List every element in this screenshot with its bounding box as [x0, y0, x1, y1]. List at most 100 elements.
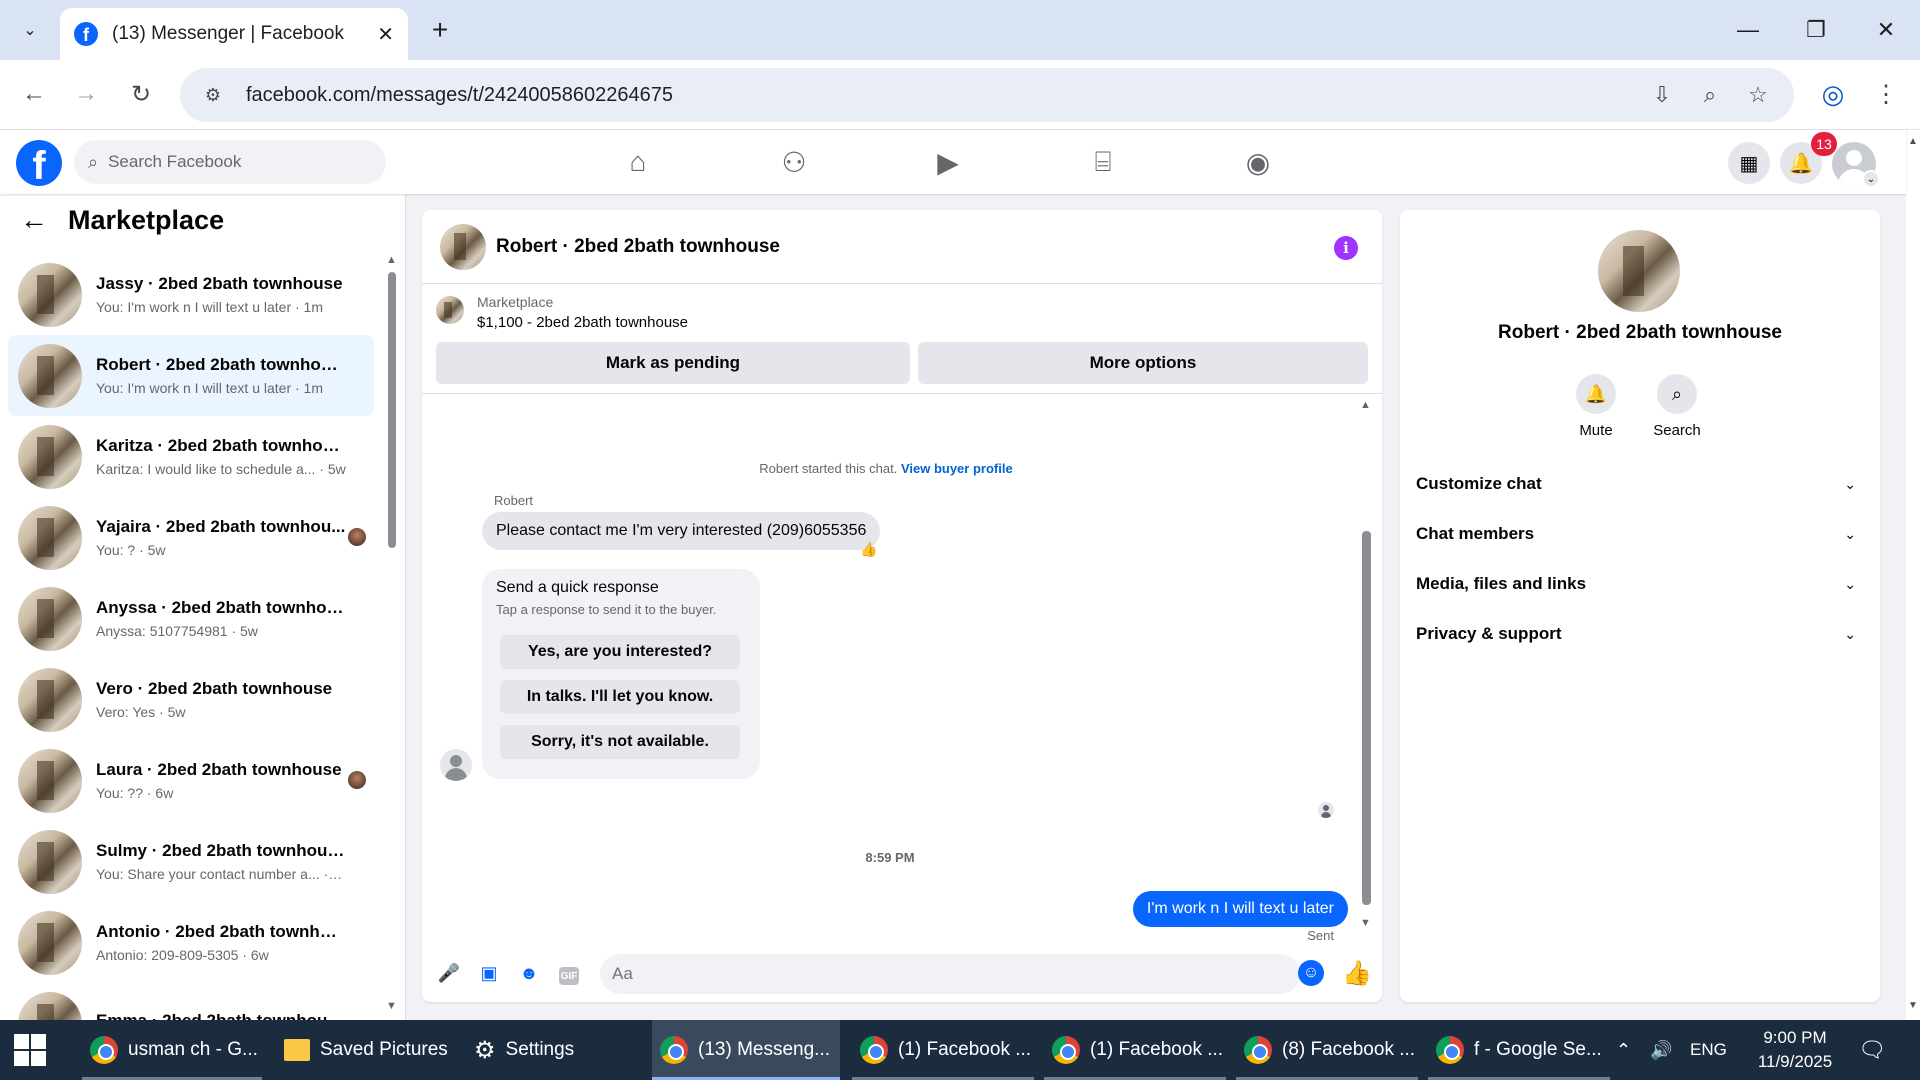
thumbs-up-like-icon[interactable]: 👍: [1340, 956, 1374, 990]
sidebar-scrollbar[interactable]: ▲ ▼: [385, 254, 399, 1014]
active-browser-tab[interactable]: f (13) Messenger | Facebook ✕: [60, 8, 408, 60]
mute-button[interactable]: 🔔 Mute: [1561, 374, 1631, 439]
message-input[interactable]: [600, 954, 1300, 994]
emoji-icon[interactable]: ☺: [1298, 960, 1324, 986]
customize-chat-section[interactable]: Customize chat ⌄: [1416, 460, 1864, 508]
notification-center-icon[interactable]: 🗨: [1858, 1020, 1886, 1080]
taskbar-item-chrome[interactable]: (1) Facebook ...: [1044, 1020, 1226, 1080]
sticker-icon[interactable]: ☻: [514, 958, 544, 988]
conversation-item[interactable]: Jassy · 2bed 2bath townhouse You: I'm wo…: [8, 254, 374, 335]
forward-arrow-icon[interactable]: →: [66, 74, 106, 114]
back-arrow-icon[interactable]: ←: [14, 74, 54, 114]
show-hidden-icons-chevron-icon[interactable]: ⌃: [1616, 1020, 1631, 1080]
taskbar-item-folder[interactable]: Saved Pictures: [276, 1020, 456, 1080]
scroll-up-arrow-icon[interactable]: ▲: [1908, 136, 1918, 147]
scroll-up-arrow-icon[interactable]: ▲: [386, 254, 397, 266]
listing-thumbnail: [18, 910, 82, 975]
conversation-item[interactable]: Robert · 2bed 2bath townhouse You: I'm w…: [8, 335, 374, 416]
menu-grid-icon[interactable]: ▦: [1728, 142, 1770, 184]
new-tab-button[interactable]: +: [422, 12, 458, 48]
quick-response-button[interactable]: In talks. I'll let you know.: [500, 680, 740, 714]
conversation-item[interactable]: Emma · 2bed 2bath townhouse: [8, 983, 374, 1020]
privacy-support-section[interactable]: Privacy & support ⌄: [1416, 610, 1864, 658]
chat-members-section[interactable]: Chat members ⌄: [1416, 510, 1864, 558]
marketplace-icon[interactable]: ⌸: [1047, 138, 1159, 186]
taskbar-item-chrome-active[interactable]: (13) Messeng...: [652, 1020, 840, 1080]
taskbar-item-settings[interactable]: ⚙ Settings: [466, 1020, 646, 1080]
conversation-item[interactable]: Vero · 2bed 2bath townhouse Vero: Yes · …: [8, 659, 374, 740]
listing-thumbnail: [436, 296, 464, 324]
mark-as-pending-button[interactable]: Mark as pending: [436, 342, 910, 384]
chrome-icon: [1436, 1036, 1464, 1064]
conversation-item[interactable]: Anyssa · 2bed 2bath townhouse Anyssa: 51…: [8, 578, 374, 659]
listing-photo[interactable]: [1598, 230, 1680, 312]
volume-icon[interactable]: 🔊: [1650, 1020, 1672, 1080]
taskbar-item-chrome[interactable]: f - Google Se...: [1428, 1020, 1610, 1080]
install-app-icon[interactable]: ⇩: [1638, 75, 1686, 115]
listing-thumbnail[interactable]: [440, 223, 486, 270]
facebook-search-box[interactable]: ⌕ Search Facebook: [74, 140, 386, 184]
windows-start-icon[interactable]: [14, 1034, 46, 1066]
url-text[interactable]: facebook.com/messages/t/2424005860226467…: [246, 84, 1638, 107]
scroll-thumb[interactable]: [1362, 531, 1371, 905]
outgoing-message-bubble[interactable]: I'm work n I will text u later: [1132, 891, 1348, 927]
browser-toolbar: ← → ↻ ⚙ facebook.com/messages/t/24240058…: [0, 60, 1920, 130]
language-indicator[interactable]: ENG: [1690, 1020, 1727, 1080]
chat-title[interactable]: Robert · 2bed 2bath townhouse: [496, 236, 780, 258]
photo-icon[interactable]: ▣: [474, 958, 504, 988]
microphone-icon[interactable]: 🎤: [434, 958, 464, 988]
back-arrow-icon[interactable]: ←: [20, 204, 56, 236]
close-window-button[interactable]: ✕: [1858, 8, 1914, 52]
scroll-down-arrow-icon[interactable]: ▼: [1908, 1000, 1918, 1011]
site-settings-icon[interactable]: ⚙: [198, 80, 228, 110]
minimize-window-button[interactable]: —: [1720, 8, 1776, 52]
gif-icon[interactable]: GIF: [554, 958, 584, 988]
quick-response-button[interactable]: Yes, are you interested?: [500, 635, 740, 669]
quick-response-button[interactable]: Sorry, it's not available.: [500, 725, 740, 759]
listing-title[interactable]: $1,100 - 2bed 2bath townhouse: [477, 314, 688, 331]
facebook-logo[interactable]: f: [16, 140, 62, 186]
listing-thumbnail: [18, 991, 82, 1020]
sender-avatar[interactable]: [440, 749, 472, 781]
sent-status: Sent: [1307, 928, 1334, 943]
chrome-profile-icon[interactable]: ◎: [1813, 74, 1853, 114]
scroll-down-arrow-icon[interactable]: ▼: [386, 1000, 397, 1012]
conversation-item[interactable]: Laura · 2bed 2bath townhouse You: ?? · 6…: [8, 740, 374, 821]
conversation-item[interactable]: Karitza · 2bed 2bath townhouse Karitza: …: [8, 416, 374, 497]
reload-icon[interactable]: ↻: [121, 74, 161, 114]
scroll-up-arrow-icon[interactable]: ▲: [1360, 399, 1371, 411]
taskbar-clock[interactable]: 9:00 PM 11/9/2025: [1740, 1026, 1850, 1074]
restore-window-button[interactable]: ❐: [1788, 8, 1844, 52]
info-icon[interactable]: i: [1334, 236, 1358, 260]
search-conversation-button[interactable]: ⌕ Search: [1642, 374, 1712, 439]
taskbar-item-chrome[interactable]: (1) Facebook ...: [852, 1020, 1034, 1080]
groups-icon[interactable]: ◉: [1202, 138, 1314, 186]
account-caret-icon[interactable]: ⌄: [1862, 170, 1880, 188]
scroll-thumb[interactable]: [388, 272, 396, 548]
more-options-button[interactable]: More options: [918, 342, 1368, 384]
bookmark-star-icon[interactable]: ☆: [1734, 75, 1782, 115]
conversation-item[interactable]: Yajaira · 2bed 2bath townhou... You: ? ·…: [8, 497, 374, 578]
tab-close-icon[interactable]: ✕: [377, 22, 394, 47]
page-scrollbar[interactable]: ▲ ▼: [1906, 130, 1920, 1020]
thumbs-up-reaction-icon[interactable]: 👍: [860, 541, 877, 558]
chrome-icon: [860, 1036, 888, 1064]
zoom-icon[interactable]: ⌕: [1686, 75, 1734, 115]
chrome-menu-icon[interactable]: ⋮: [1866, 74, 1906, 114]
taskbar-item-chrome[interactable]: usman ch - G...: [82, 1020, 262, 1080]
video-icon[interactable]: ▶: [892, 138, 1004, 186]
view-buyer-profile-link[interactable]: View buyer profile: [901, 461, 1013, 476]
taskbar-item-chrome[interactable]: (8) Facebook ...: [1236, 1020, 1418, 1080]
tab-title: (13) Messenger | Facebook: [112, 23, 344, 44]
conversation-item[interactable]: Sulmy · 2bed 2bath townhouse You: Share …: [8, 821, 374, 902]
incoming-message-bubble[interactable]: Please contact me I'm very interested (2…: [482, 512, 881, 550]
tab-search-chevron-icon[interactable]: ⌄: [10, 10, 50, 50]
conversation-item[interactable]: Antonio · 2bed 2bath townhouse Antonio: …: [8, 902, 374, 983]
home-icon[interactable]: ⌂: [582, 138, 694, 186]
chat-scrollbar[interactable]: ▲ ▼: [1358, 395, 1374, 941]
media-files-links-section[interactable]: Media, files and links ⌄: [1416, 560, 1864, 608]
scroll-down-arrow-icon[interactable]: ▼: [1360, 917, 1371, 929]
chrome-icon: [660, 1036, 688, 1064]
friends-icon[interactable]: ⚇: [738, 138, 850, 186]
address-bar[interactable]: ⚙ facebook.com/messages/t/24240058602264…: [180, 68, 1794, 122]
